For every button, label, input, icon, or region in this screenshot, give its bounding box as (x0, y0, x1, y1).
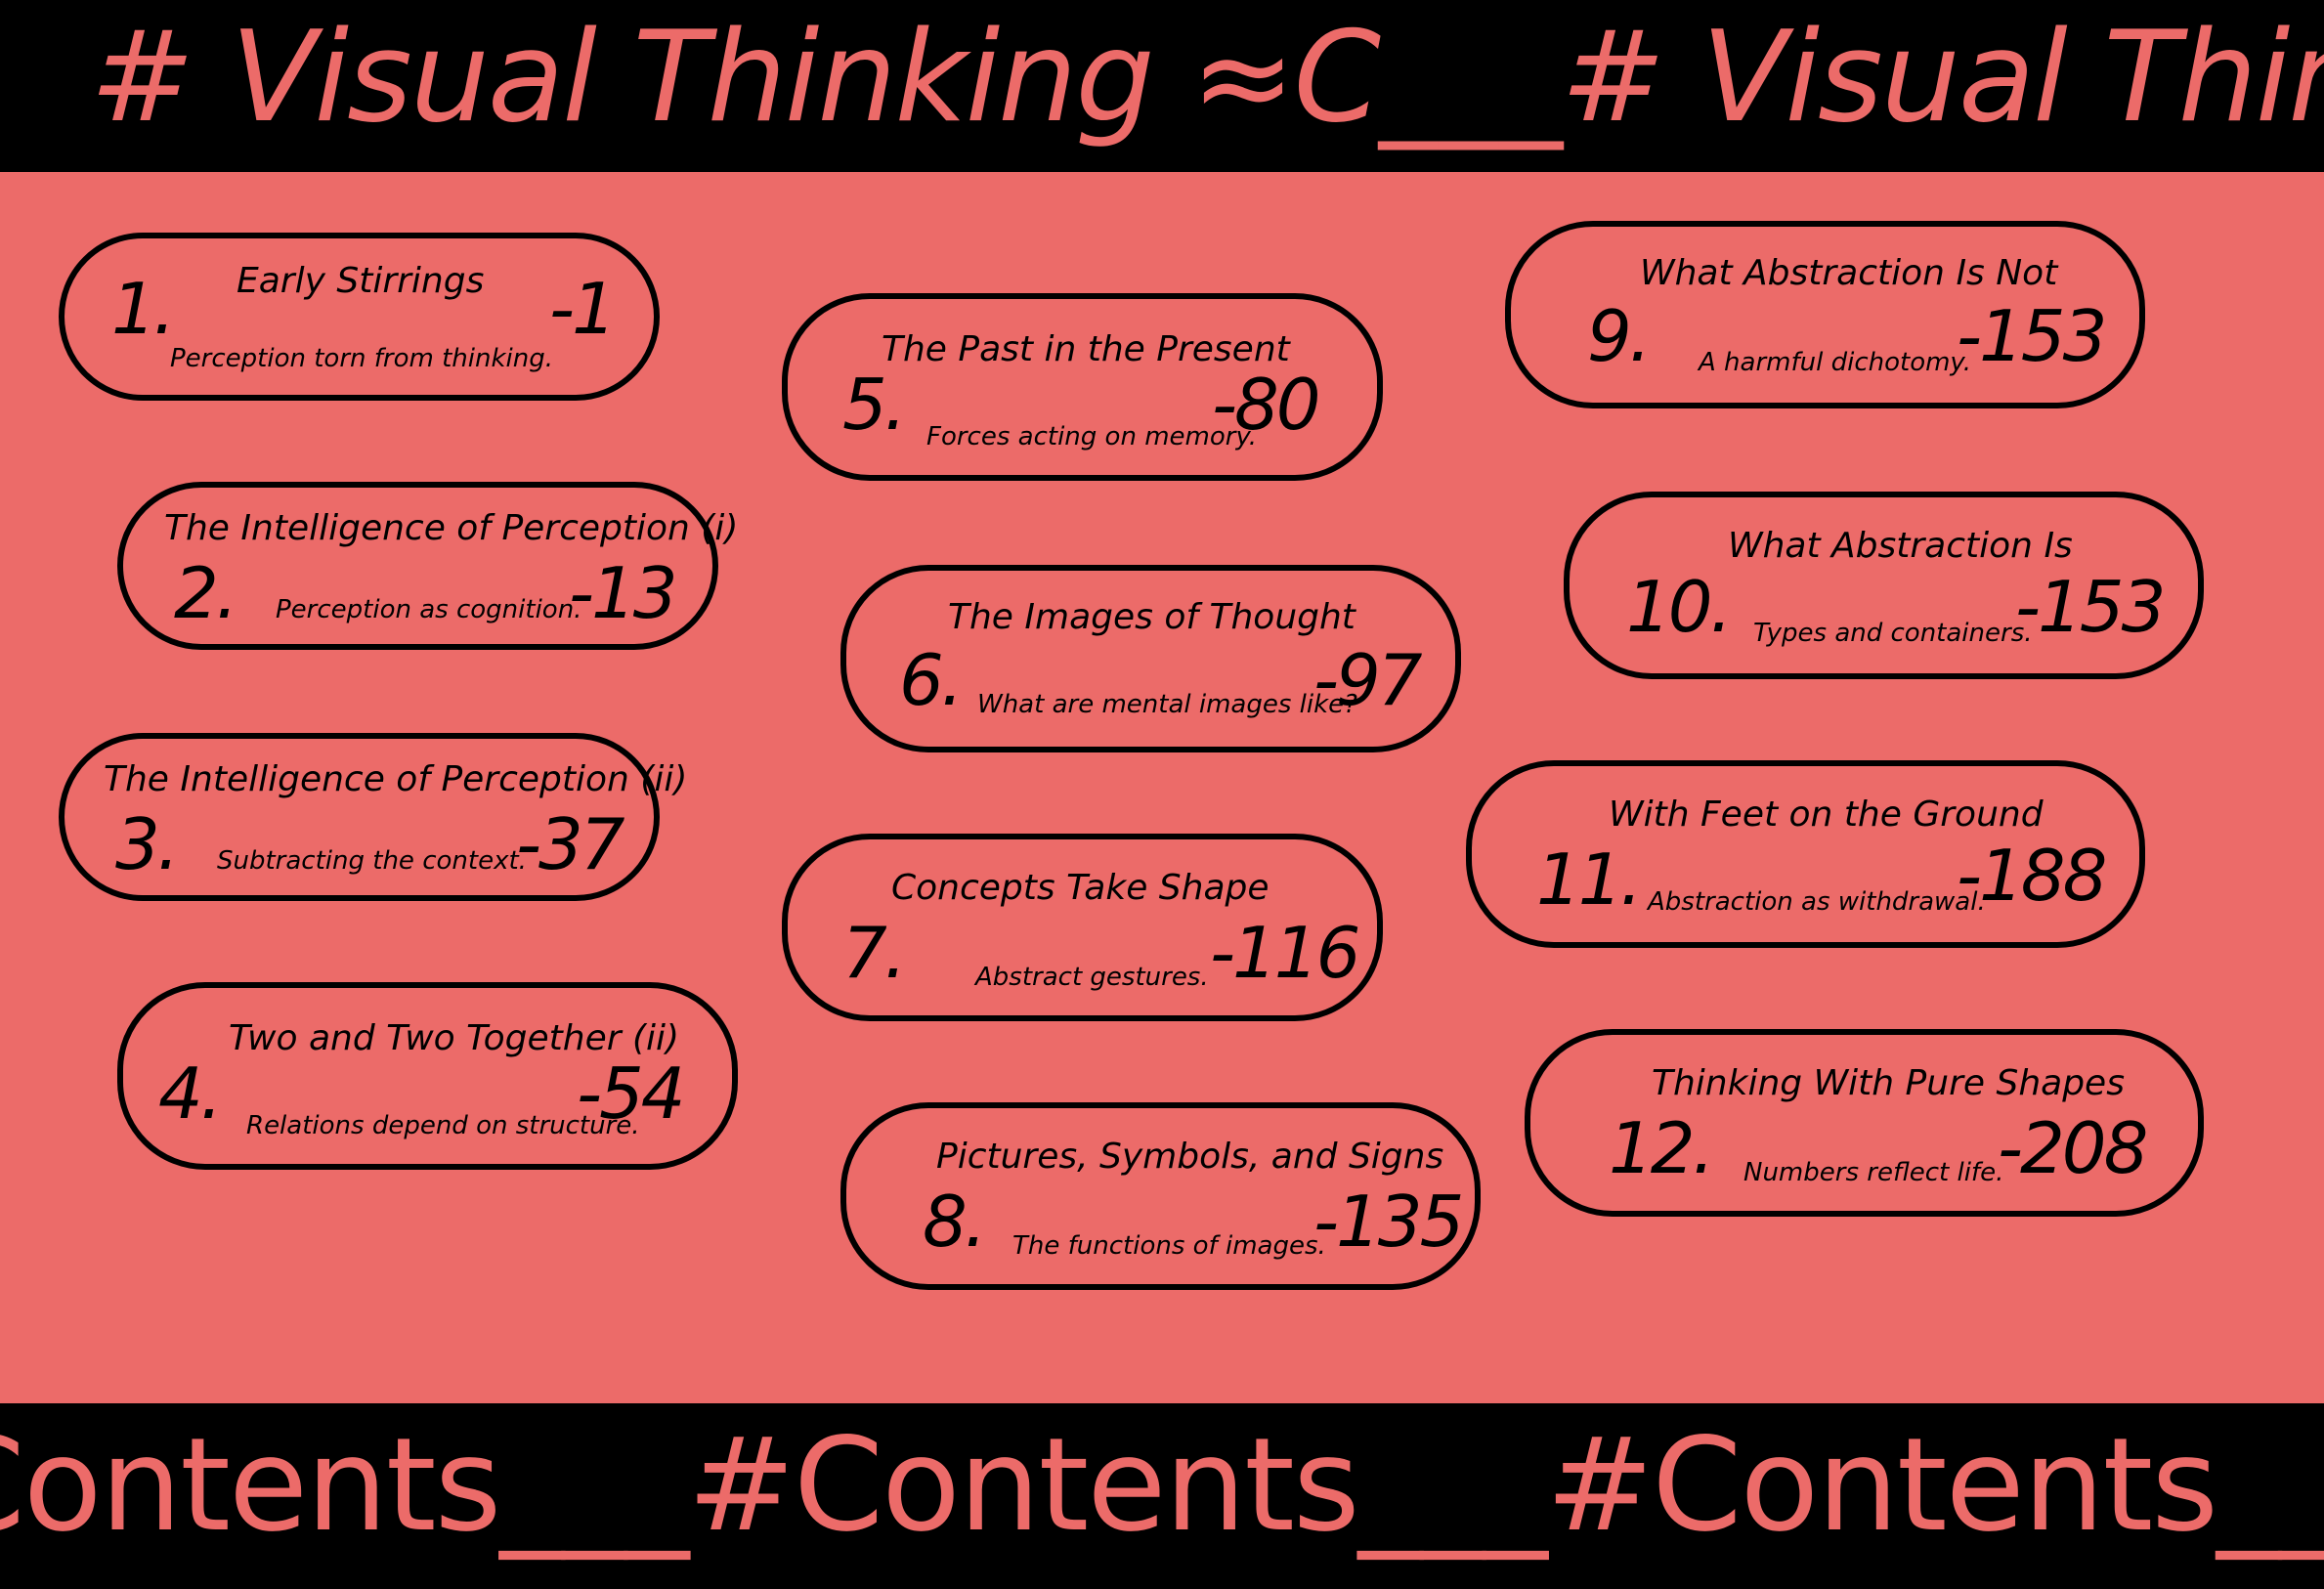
chapter-page: -1 (549, 268, 617, 350)
chapter-number: 2. (174, 552, 238, 634)
chapter-7-pill[interactable]: Concepts Take Shape 7. Abstract gestures… (782, 834, 1383, 1021)
chapter-page: -54 (577, 1052, 686, 1135)
chapter-title: The Intelligence of Perception (i) (164, 508, 739, 548)
chapter-title: What Abstraction Is Not (1640, 253, 2058, 293)
chapter-subtitle: Types and containers. (1753, 619, 2033, 648)
chapter-4-pill[interactable]: Two and Two Together (ii) 4. Relations d… (117, 982, 738, 1170)
chapter-subtitle: Perception as cognition. (276, 595, 582, 624)
chapter-number: 8. (923, 1181, 987, 1263)
chapter-number: 1. (111, 268, 176, 350)
chapter-page: -135 (1313, 1181, 1464, 1263)
chapter-8-pill[interactable]: Pictures, Symbols, and Signs 8. The func… (840, 1102, 1481, 1290)
chapter-subtitle: Forces acting on memory. (926, 422, 1258, 451)
chapter-page: -80 (1212, 364, 1321, 446)
chapter-12-pill[interactable]: Thinking With Pure Shapes 12. Numbers re… (1525, 1029, 2204, 1217)
chapter-11-pill[interactable]: With Feet on the Ground 11. Abstraction … (1466, 760, 2145, 948)
chapter-page: -37 (516, 803, 625, 885)
chapter-number: 3. (115, 803, 180, 885)
chapter-2-pill[interactable]: The Intelligence of Perception (i) 2. Pe… (117, 482, 738, 650)
chapter-page: -116 (1210, 912, 1360, 994)
chapter-title: Early Stirrings (237, 261, 485, 301)
chapter-number: 12. (1609, 1107, 1715, 1189)
chapter-number: 9. (1587, 295, 1652, 377)
chapter-subtitle: Numbers reflect life. (1743, 1158, 2004, 1187)
footer-contents-marquee: #Contents___#Contents___#Contents___#Con… (0, 1410, 2324, 1561)
chapter-3-pill[interactable]: The Intelligence of Perception (ii) 3. S… (59, 733, 687, 901)
chapter-subtitle: The functions of images. (1012, 1231, 1326, 1261)
chapter-page: -208 (1998, 1107, 2148, 1189)
chapter-page: -13 (569, 552, 678, 634)
chapter-page: -153 (2015, 566, 2166, 648)
header-band: # Visual Thinking ≈C___# Visual Thinking… (0, 0, 2324, 172)
chapter-title: Thinking With Pure Shapes (1652, 1063, 2125, 1103)
chapter-page: -97 (1313, 639, 1423, 721)
chapter-page: -153 (1957, 295, 2107, 377)
chapter-title: The Intelligence of Perception (ii) (104, 759, 688, 799)
chapter-title: Concepts Take Shape (891, 868, 1270, 908)
chapter-title: The Past in the Present (882, 329, 1290, 369)
chapter-number: 7. (842, 912, 907, 994)
chapter-page: -188 (1957, 835, 2107, 917)
chapter-9-pill[interactable]: What Abstraction Is Not 9. A harmful dic… (1505, 221, 2145, 408)
chapter-number: 4. (158, 1052, 223, 1135)
chapter-title: What Abstraction Is (1728, 526, 2073, 566)
chapter-6-pill[interactable]: The Images of Thought 6. What are mental… (840, 565, 1461, 752)
chapter-title: With Feet on the Ground (1609, 794, 2044, 835)
chapter-subtitle: What are mental images like? (977, 690, 1357, 719)
chapter-number: 5. (842, 364, 907, 446)
chapter-10-pill[interactable]: What Abstraction Is 10. Types and contai… (1564, 492, 2204, 679)
chapter-number: 11. (1536, 838, 1643, 921)
chapter-subtitle: Abstract gestures. (975, 963, 1209, 992)
chapter-title: Pictures, Symbols, and Signs (936, 1137, 1444, 1177)
chapter-1-pill[interactable]: Early Stirrings 1. Perception torn from … (59, 233, 660, 401)
footer-band: #Contents___#Contents___#Contents___#Con… (0, 1403, 2324, 1589)
chapter-title: The Images of Thought (948, 597, 1356, 637)
chapter-subtitle: A harmful dichotomy. (1699, 348, 1972, 377)
chapter-number: 6. (899, 639, 964, 721)
chapter-5-pill[interactable]: The Past in the Present 5. Forces acting… (782, 293, 1383, 481)
chapter-subtitle: Subtracting the context. (217, 846, 527, 876)
chapter-subtitle: Perception torn from thinking. (170, 344, 554, 373)
chapter-subtitle: Abstraction as withdrawal. (1648, 887, 1986, 917)
chapter-number: 10. (1626, 566, 1733, 648)
chapter-title: Two and Two Together (ii) (229, 1018, 680, 1058)
header-title: # Visual Thinking ≈C___# Visual Thinking… (90, 5, 2324, 150)
